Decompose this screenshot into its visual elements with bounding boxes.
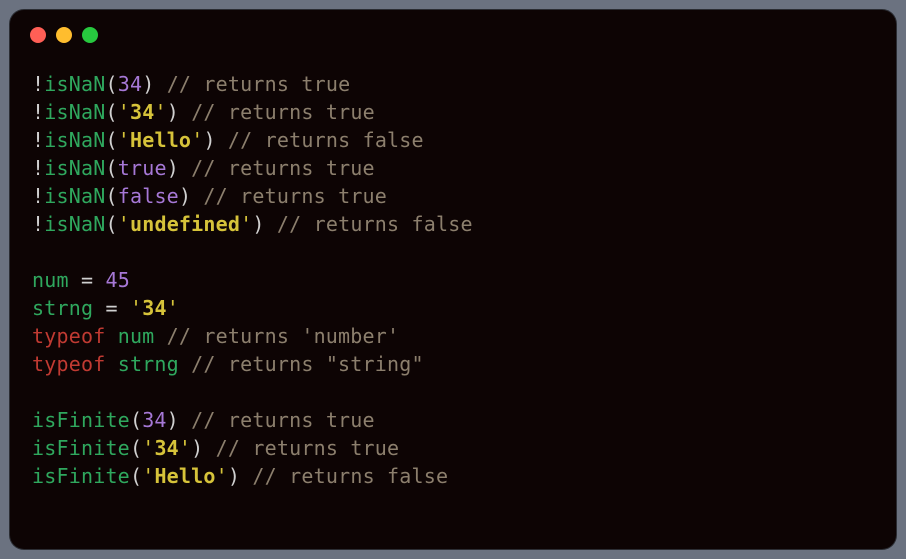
minimize-icon[interactable] [56, 27, 72, 43]
paren-open: ( [130, 408, 142, 432]
var-strng: strng [32, 296, 93, 320]
operator-not: ! [32, 212, 44, 236]
string-quote: ' [142, 436, 154, 460]
keyword-typeof: typeof [32, 324, 105, 348]
string-quote: ' [240, 212, 252, 236]
fn-isfinite: isFinite [32, 464, 130, 488]
var-num: num [32, 268, 69, 292]
paren-close: ) [191, 436, 203, 460]
literal-false: false [118, 184, 179, 208]
code-line: num = 45 [32, 268, 130, 292]
var-strng: strng [118, 352, 179, 376]
string-quote: ' [118, 128, 130, 152]
paren-close: ) [179, 184, 191, 208]
var-num: num [118, 324, 155, 348]
code-line: strng = '34' [32, 296, 179, 320]
string-body: 34 [130, 100, 154, 124]
string-body: Hello [154, 464, 215, 488]
comment-text: // returns "string" [179, 352, 424, 376]
paren-open: ( [105, 156, 117, 180]
code-line: isFinite(34) // returns true [32, 408, 375, 432]
number-literal: 34 [118, 72, 142, 96]
terminal-window: !isNaN(34) // returns true !isNaN('34') … [10, 10, 896, 549]
paren-open: ( [105, 184, 117, 208]
paren-close: ) [252, 212, 264, 236]
code-line: !isNaN(false) // returns true [32, 184, 387, 208]
comment-text: // returns true [179, 100, 375, 124]
comment-text: // returns false [216, 128, 424, 152]
fn-isnan: isNaN [44, 184, 105, 208]
fn-isnan: isNaN [44, 212, 105, 236]
paren-open: ( [130, 436, 142, 460]
comment-text: // returns true [179, 156, 375, 180]
code-line: typeof num // returns 'number' [32, 324, 399, 348]
comment-text: // returns false [240, 464, 448, 488]
window-titlebar [10, 10, 896, 60]
fn-isnan: isNaN [44, 72, 105, 96]
paren-close: ) [167, 100, 179, 124]
code-line: !isNaN('Hello') // returns false [32, 128, 424, 152]
paren-close: ) [203, 128, 215, 152]
paren-close: ) [167, 156, 179, 180]
fn-isfinite: isFinite [32, 408, 130, 432]
string-quote: ' [154, 100, 166, 124]
comment-text: // returns false [265, 212, 473, 236]
operator-not: ! [32, 100, 44, 124]
string-body: Hello [130, 128, 191, 152]
operator-not: ! [32, 128, 44, 152]
paren-close: ) [228, 464, 240, 488]
operator-not: ! [32, 72, 44, 96]
fn-isnan: isNaN [44, 156, 105, 180]
code-line: typeof strng // returns "string" [32, 352, 424, 376]
string-quote: ' [118, 212, 130, 236]
comment-text: // returns true [203, 436, 399, 460]
string-quote: ' [191, 128, 203, 152]
string-quote: ' [216, 464, 228, 488]
fn-isnan: isNaN [44, 128, 105, 152]
code-line: isFinite('34') // returns true [32, 436, 399, 460]
code-line: !isNaN(true) // returns true [32, 156, 375, 180]
string-quote: ' [130, 296, 142, 320]
paren-close: ) [167, 408, 179, 432]
operator-assign: = [93, 296, 130, 320]
string-body: undefined [130, 212, 240, 236]
paren-close: ) [142, 72, 154, 96]
fn-isnan: isNaN [44, 100, 105, 124]
paren-open: ( [105, 128, 117, 152]
paren-open: ( [130, 464, 142, 488]
operator-not: ! [32, 184, 44, 208]
keyword-typeof: typeof [32, 352, 105, 376]
comment-text: // returns 'number' [154, 324, 399, 348]
number-literal: 45 [105, 268, 129, 292]
string-quote: ' [179, 436, 191, 460]
string-body: 34 [154, 436, 178, 460]
paren-open: ( [105, 72, 117, 96]
number-literal: 34 [142, 408, 166, 432]
comment-text: // returns true [154, 72, 350, 96]
paren-open: ( [105, 212, 117, 236]
code-block: !isNaN(34) // returns true !isNaN('34') … [10, 60, 896, 512]
string-quote: ' [142, 464, 154, 488]
code-line: isFinite('Hello') // returns false [32, 464, 448, 488]
string-quote: ' [167, 296, 179, 320]
operator-assign: = [69, 268, 106, 292]
zoom-icon[interactable] [82, 27, 98, 43]
fn-isfinite: isFinite [32, 436, 130, 460]
code-line: !isNaN(34) // returns true [32, 72, 350, 96]
comment-text: // returns true [191, 184, 387, 208]
string-body: 34 [142, 296, 166, 320]
code-line: !isNaN('undefined') // returns false [32, 212, 473, 236]
operator-not: ! [32, 156, 44, 180]
comment-text: // returns true [179, 408, 375, 432]
paren-open: ( [105, 100, 117, 124]
literal-true: true [118, 156, 167, 180]
close-icon[interactable] [30, 27, 46, 43]
code-line: !isNaN('34') // returns true [32, 100, 375, 124]
string-quote: ' [118, 100, 130, 124]
